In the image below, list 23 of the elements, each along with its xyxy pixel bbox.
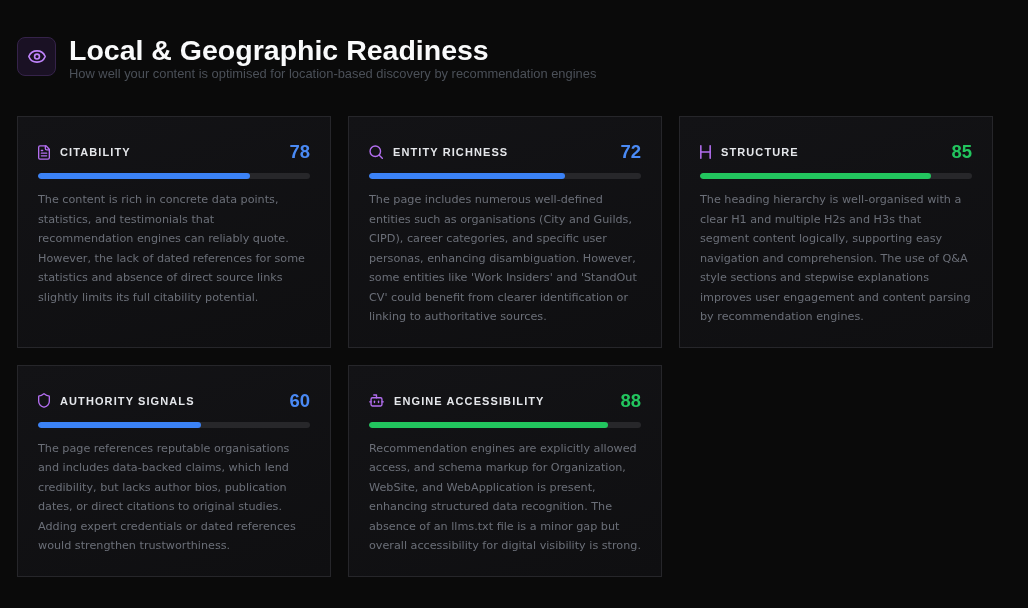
card-title: ENGINE ACCESSIBILITY — [394, 394, 545, 407]
card-description: Recommendation engines are explicitly allowed access, and schema markup for Organization, WebSite, and WebApplication is present, enhancing structured data recognition. The absence of an llms.txt file is a minor gap but overall accessibility for digital visibility is strong. — [369, 440, 641, 554]
card-title: STRUCTURE — [721, 146, 799, 158]
card-description: The heading hierarchy is well-organised with a clear H1 and multiple H2s and H3s that segment content logically, supporting easy navigation and comprehension. The use of Q&A style sections and stepwise explanations improves user engagement and content parsing by recommendation engines. — [700, 192, 972, 325]
score-value: 88 — [620, 389, 641, 412]
card-description: The page references reputable organisations and includes data-backed claims, which lend credibility, but lacks author bios, publication dates, or direct citations to original studies. Adding expert credentials or dated references would strengthen trustworthiness. — [38, 440, 297, 554]
heading-icon — [700, 145, 711, 159]
score-value: 60 — [289, 389, 310, 412]
robot-icon — [369, 394, 384, 407]
card-description: The content is rich in concrete data points, statistics, and testimonials that recommendation engines can reliably quote. However, the lack of dated references for some statistics and absence of direct source links slightly limits its full citability potential. — [38, 192, 306, 306]
shield-icon — [38, 393, 50, 408]
eye-icon — [17, 37, 56, 76]
page-title: Local & Geographic Readiness — [69, 34, 490, 66]
score-value: 85 — [951, 141, 972, 163]
document-icon — [38, 144, 50, 160]
search-icon — [369, 145, 383, 159]
card-title: CITABILITY — [60, 146, 131, 158]
page-subtitle: How well your content is optimised for location-based discovery by recommendation engines — [69, 66, 597, 82]
card-description: The page includes numerous well-defined entities such as organisations (City and Guilds, CIPD), career categories, and specific user personas, enhancing disambiguation. However, some entities like 'Work Insiders' and 'StandOut CV' could benefit from clearer identification or linking to authoritative sources. — [369, 192, 638, 325]
card-title: AUTHORITY SIGNALS — [60, 394, 195, 407]
score-value: 78 — [289, 141, 310, 163]
card-title: ENTITY RICHNESS — [393, 146, 509, 158]
score-value: 72 — [620, 141, 641, 163]
